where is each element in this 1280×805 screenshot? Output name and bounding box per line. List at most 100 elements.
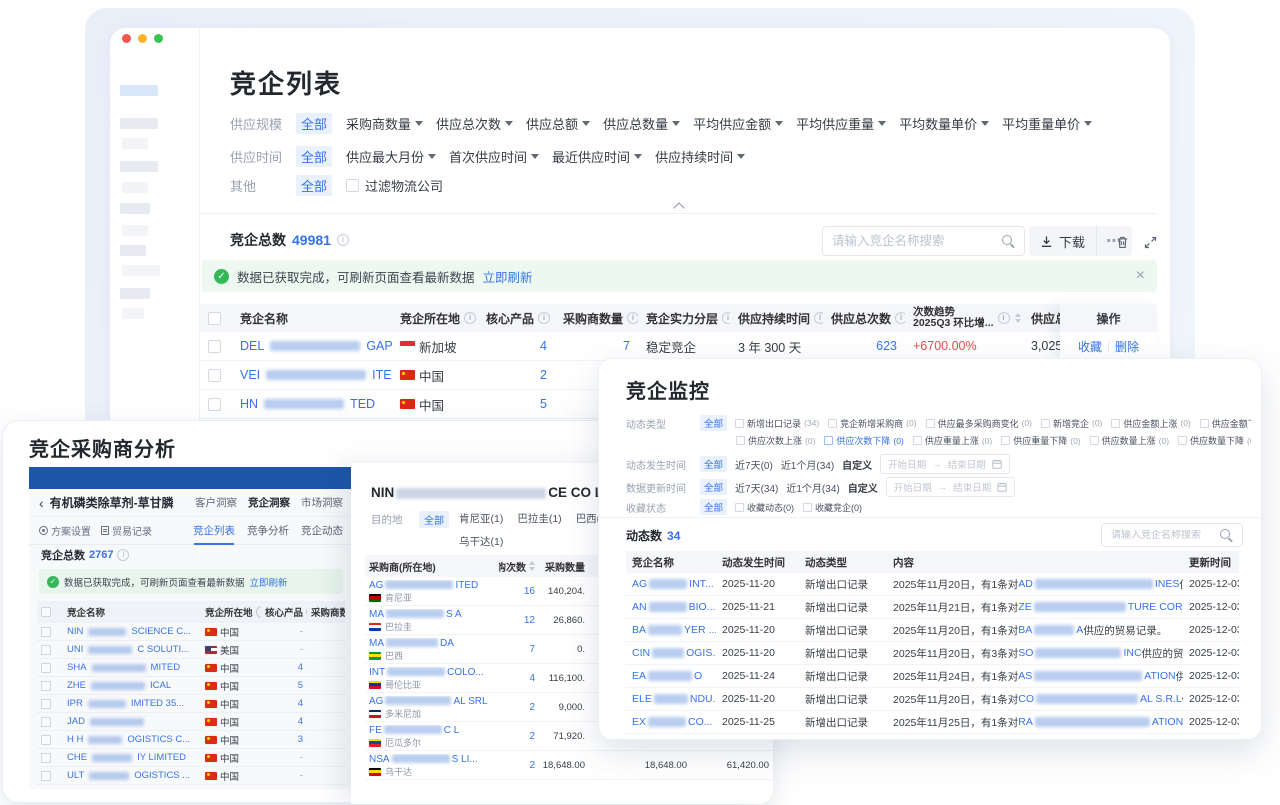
checkbox-icon[interactable]: [208, 369, 221, 382]
tab-市场洞察[interactable]: 市场洞察: [301, 495, 343, 510]
refresh-now-link[interactable]: 立即刷新: [483, 267, 533, 286]
custom-range-label[interactable]: 自定义: [842, 457, 872, 472]
monitor-filter-option[interactable]: 新增出口记录(34): [735, 417, 819, 430]
subtab-竞企动态[interactable]: 竞企动态: [301, 523, 343, 538]
checkbox-icon[interactable]: [803, 503, 812, 512]
monitor-filter-option[interactable]: 竞企新增采购商(0): [828, 417, 916, 430]
filter-dropdown-采购商数量[interactable]: 采购商数量: [346, 114, 423, 133]
filter-dropdown-平均重量单价[interactable]: 平均重量单价: [1002, 114, 1092, 133]
competitor-row[interactable]: DELGAP...新加坡47稳定竞企3 年 300 天623+6700.00%3…: [200, 332, 1157, 361]
monitor-search-field[interactable]: [1101, 523, 1243, 547]
filter-dropdown-平均数量单价[interactable]: 平均数量单价: [899, 114, 989, 133]
monitor-filter-option[interactable]: 收藏动态(0): [735, 501, 794, 514]
mini-competitor-row[interactable]: UNIC SOLUTI...美国-: [37, 641, 345, 659]
checkbox-icon[interactable]: [41, 699, 51, 709]
filter-logistics-checkbox[interactable]: 过滤物流公司: [346, 176, 443, 195]
destination-chip-乌干达(1)[interactable]: 乌干达(1): [459, 534, 503, 549]
checkbox-icon[interactable]: [1041, 419, 1050, 428]
checkbox-icon[interactable]: [41, 717, 51, 727]
destination-chip-巴拉圭(1)[interactable]: 巴拉圭(1): [517, 511, 561, 526]
quick-option[interactable]: 近1个月(34): [786, 480, 839, 495]
checkbox-icon[interactable]: [208, 312, 221, 325]
filter-dropdown-首次供应时间[interactable]: 首次供应时间: [449, 147, 539, 166]
purchaser-name-link[interactable]: INTCOLO...: [369, 667, 484, 678]
mini-competitor-row[interactable]: NINSCIENCE C...中国-: [37, 623, 345, 641]
sort-icon[interactable]: [1015, 313, 1021, 323]
filter-dropdown-供应总次数[interactable]: 供应总次数: [436, 114, 513, 133]
sort-icon[interactable]: [529, 561, 535, 571]
checkbox-icon[interactable]: [736, 436, 745, 445]
checkbox-icon[interactable]: [41, 735, 51, 745]
checkbox-icon[interactable]: [41, 681, 51, 691]
checkbox-icon[interactable]: [41, 627, 51, 637]
competitor-search-field[interactable]: [822, 226, 1025, 256]
quick-option[interactable]: 近1个月(34): [781, 457, 834, 472]
subtab-竞企列表[interactable]: 竞企列表: [193, 523, 235, 538]
checkbox-icon[interactable]: [1178, 436, 1187, 445]
filter-dropdown-供应最大月份[interactable]: 供应最大月份: [346, 147, 436, 166]
monitor-filter-option[interactable]: 供应重量上涨(0): [913, 434, 992, 447]
monitor-activity-row[interactable]: CINOGIS...2025-11-20新增出口记录2025年11月20日，有3…: [626, 642, 1239, 665]
monitor-activity-row[interactable]: EXCO...2025-11-25新增出口记录2025年11月25日，有1条对R…: [626, 711, 1239, 734]
trash-button[interactable]: [1111, 231, 1133, 253]
mini-competitor-row[interactable]: CHEIY LIMITED中国-: [37, 749, 345, 767]
filter-all-badge[interactable]: 全部: [296, 113, 332, 134]
checkbox-icon[interactable]: [1111, 419, 1120, 428]
destination-chip-肯尼亚(1)[interactable]: 肯尼亚(1): [459, 511, 503, 526]
purchaser-name-link[interactable]: MAS A: [369, 609, 462, 620]
download-button[interactable]: 下载: [1029, 226, 1096, 256]
refresh-now-link[interactable]: 立即刷新: [250, 575, 288, 589]
back-icon[interactable]: ‹: [39, 496, 44, 510]
custom-range-label[interactable]: 自定义: [848, 480, 878, 495]
favorite-action[interactable]: 收藏: [1078, 338, 1102, 355]
filter-dropdown-供应总额[interactable]: 供应总额: [526, 114, 590, 133]
checkbox-icon[interactable]: [41, 607, 51, 617]
mini-competitor-row[interactable]: IPRIMITED 35...中国4: [37, 695, 345, 713]
mini-competitor-row[interactable]: JAD中国4: [37, 713, 345, 731]
purchaser-name-link[interactable]: FEC L: [369, 725, 459, 736]
monitor-filter-option[interactable]: 供应重量下降(0): [1001, 434, 1080, 447]
checkbox-icon[interactable]: [913, 436, 922, 445]
filter-dropdown-平均供应重量[interactable]: 平均供应重量: [796, 114, 886, 133]
monitor-filter-option[interactable]: 供应最多采购商变化(0): [926, 417, 1032, 430]
checkbox-icon[interactable]: [1090, 436, 1099, 445]
monitor-filter-option[interactable]: 供应金额上涨(0): [1111, 417, 1190, 430]
monitor-filter-option[interactable]: 收藏竞企(0): [803, 501, 862, 514]
filter-dropdown-平均供应金额[interactable]: 平均供应金额: [693, 114, 783, 133]
monitor-filter-option[interactable]: 供应数量下降(0): [1178, 434, 1251, 447]
filter-all-badge[interactable]: 全部: [700, 479, 727, 495]
checkbox-icon[interactable]: [208, 398, 221, 411]
monitor-activity-row[interactable]: BAYER ...2025-11-20新增出口记录2025年11月20日，有1条…: [626, 619, 1239, 642]
filter-all-badge[interactable]: 全部: [296, 146, 332, 167]
fullscreen-button[interactable]: [1139, 231, 1161, 253]
checkbox-icon[interactable]: [1001, 436, 1010, 445]
date-range-input[interactable]: 开始日期 → 结束日期: [886, 477, 1016, 497]
filter-all-badge[interactable]: 全部: [296, 175, 332, 196]
mini-competitor-row[interactable]: H HOGISTICS C...中国3: [37, 731, 345, 749]
filter-all-badge[interactable]: 全部: [700, 456, 727, 472]
tab-客户洞察[interactable]: 客户洞察: [195, 495, 237, 510]
monitor-filter-option[interactable]: 新增竞企(0): [1041, 417, 1102, 430]
collapse-filters-control[interactable]: [200, 202, 1157, 214]
scheme-settings-button[interactable]: 方案设置: [39, 523, 91, 538]
checkbox-icon[interactable]: [41, 753, 51, 763]
filter-all-badge[interactable]: 全部: [700, 415, 727, 431]
checkbox-icon[interactable]: [828, 419, 837, 428]
mini-competitor-row[interactable]: ULTOGISTICS ...中国-: [37, 767, 345, 785]
purchaser-row[interactable]: NSAS LI...乌干达218,648.0018,648.0061,420.0…: [365, 751, 773, 780]
close-icon[interactable]: ×: [1136, 268, 1145, 284]
filter-dropdown-供应持续时间[interactable]: 供应持续时间: [655, 147, 745, 166]
quick-option[interactable]: 近7天(34): [735, 480, 778, 495]
monitor-activity-row[interactable]: EAO2025-11-24新增出口记录2025年11月24日，有1条对ASATI…: [626, 665, 1239, 688]
checkbox-icon[interactable]: [735, 503, 744, 512]
mini-competitor-row[interactable]: SHAMITED中国4: [37, 659, 345, 677]
delete-action[interactable]: 删除: [1115, 338, 1139, 355]
search-input[interactable]: [832, 234, 1002, 248]
quick-option[interactable]: 近7天(0): [735, 457, 773, 472]
filter-dropdown-供应总数量[interactable]: 供应总数量: [603, 114, 680, 133]
monitor-activity-row[interactable]: ELENDU...2025-11-20新增出口记录2025年11月20日，有1条…: [626, 688, 1239, 711]
tab-竞企洞察[interactable]: 竞企洞察: [248, 495, 290, 510]
search-input[interactable]: [1111, 530, 1220, 541]
monitor-filter-option[interactable]: 供应次数上涨(0): [736, 434, 815, 447]
subtab-竞争分析[interactable]: 竞争分析: [247, 523, 289, 538]
